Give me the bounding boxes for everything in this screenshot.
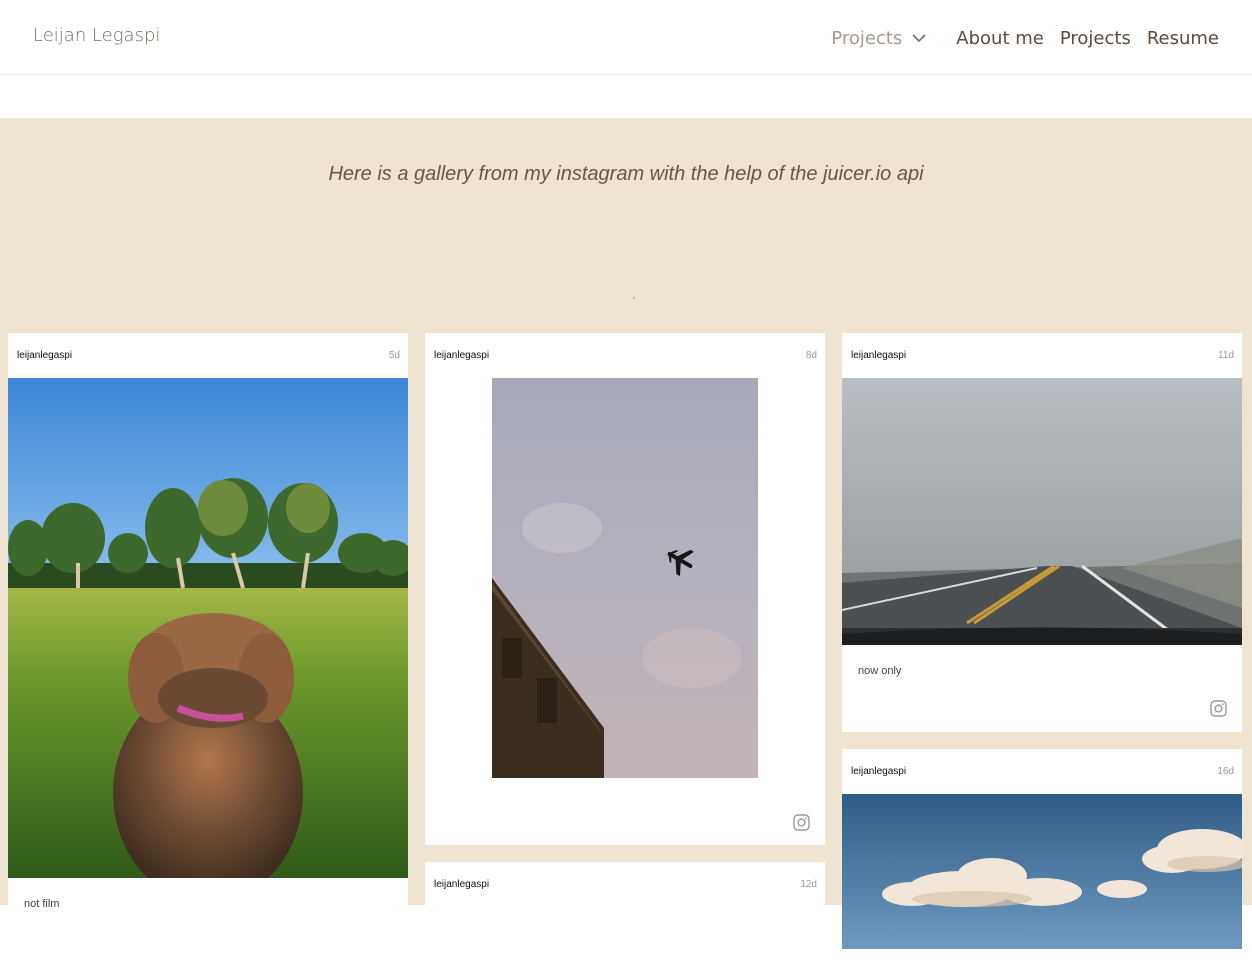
chevron-down-icon [912, 33, 926, 42]
post-photo-foggy-road[interactable] [842, 378, 1242, 645]
post-time[interactable]: 16d [1217, 766, 1234, 780]
instagram-icon[interactable] [793, 814, 810, 831]
brand-name[interactable]: Leijan Legaspi [33, 25, 160, 46]
post-photo-airplane-sky[interactable] [492, 378, 758, 778]
post-username[interactable]: leijanlegaspi [434, 350, 489, 364]
post-header: leijanlegaspi 12d [434, 879, 817, 893]
post-photo-clouds[interactable] [842, 794, 1242, 949]
nav-menu: Projects About me Projects Resume [831, 25, 1219, 51]
nav-link-about-me[interactable]: About me [956, 28, 1044, 49]
gallery-intro-text: Here is a gallery from my instagram with… [328, 163, 924, 185]
post-username[interactable]: leijanlegaspi [17, 350, 72, 364]
post-username[interactable]: leijanlegaspi [851, 766, 906, 780]
instagram-icon[interactable] [1210, 700, 1227, 717]
post-username[interactable]: leijanlegaspi [851, 350, 906, 364]
projects-dropdown-label: Projects [831, 27, 903, 49]
post-card[interactable]: leijanlegaspi 12d [425, 862, 825, 962]
post-card[interactable]: leijanlegaspi 11d now only [842, 333, 1242, 732]
post-time[interactable]: 5d [389, 350, 400, 364]
loading-indicator [633, 297, 635, 299]
post-header: leijanlegaspi 8d [434, 350, 817, 364]
post-time[interactable]: 11d [1218, 350, 1234, 364]
projects-dropdown[interactable]: Projects [831, 28, 926, 49]
post-username[interactable]: leijanlegaspi [434, 879, 489, 893]
nav-link-resume[interactable]: Resume [1147, 28, 1219, 49]
post-header: leijanlegaspi 16d [851, 766, 1234, 780]
post-time[interactable]: 8d [806, 350, 817, 364]
post-header: leijanlegaspi 11d [851, 350, 1234, 364]
post-caption: now only [858, 665, 902, 677]
post-photo-dog-in-park[interactable] [8, 378, 408, 878]
post-card[interactable]: leijanlegaspi 8d [425, 333, 825, 845]
post-time[interactable]: 12d [800, 879, 817, 893]
post-header: leijanlegaspi 5d [17, 350, 400, 364]
post-card[interactable]: leijanlegaspi 5d not film [8, 333, 408, 933]
post-caption: not film [24, 898, 60, 910]
nav-link-projects[interactable]: Projects [1060, 28, 1131, 49]
top-navbar: Leijan Legaspi Projects About me Project… [0, 0, 1252, 75]
post-card[interactable]: leijanlegaspi 16d [842, 749, 1242, 949]
